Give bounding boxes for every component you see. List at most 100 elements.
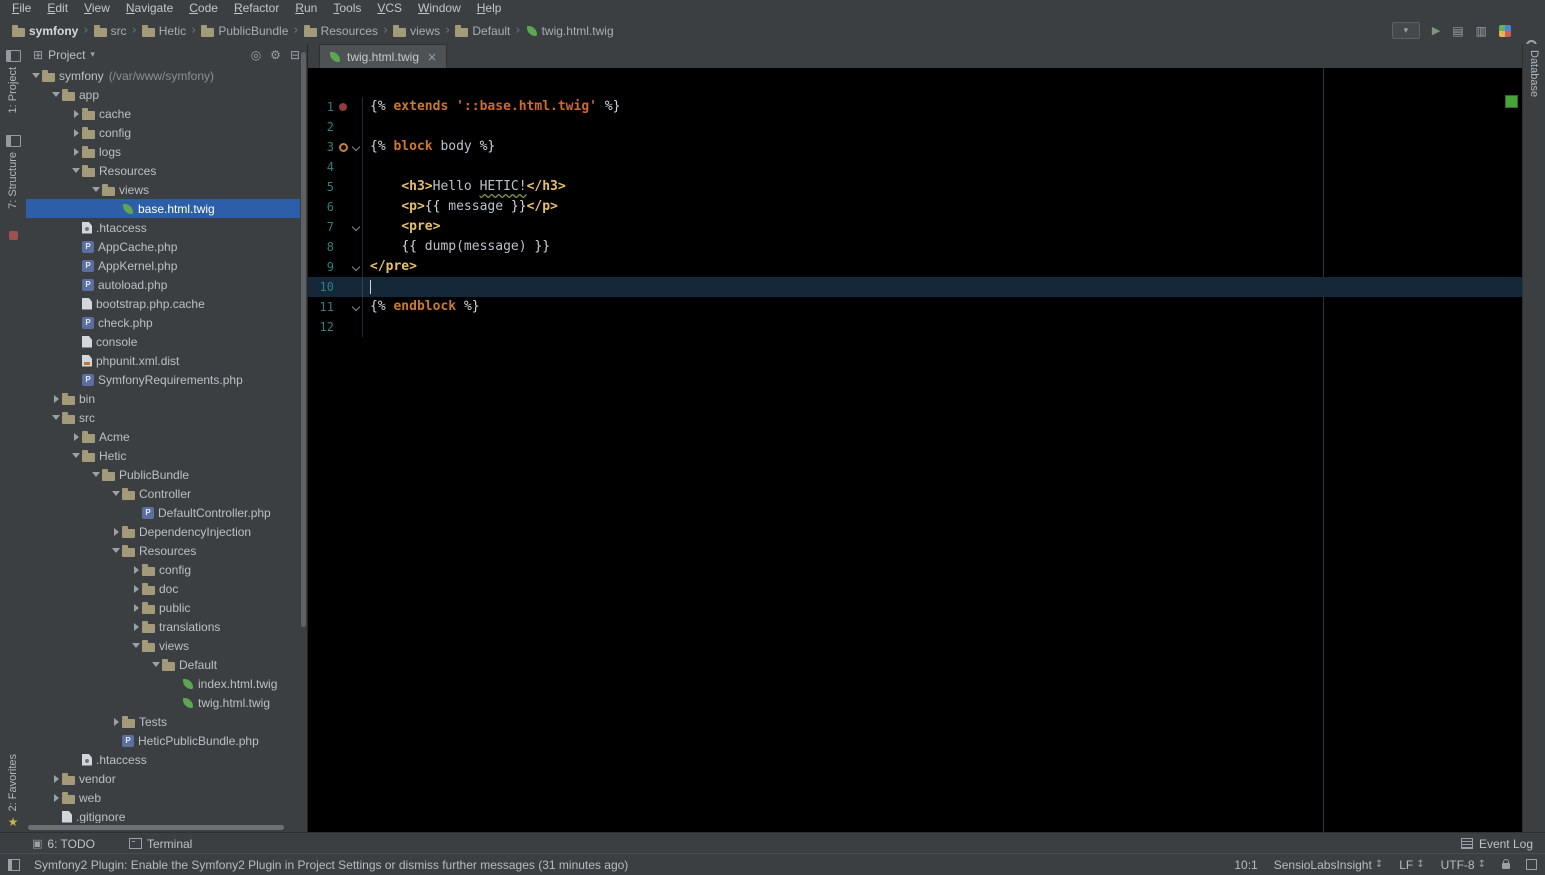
tree-item-console[interactable]: console [26, 332, 300, 351]
code-line-11[interactable]: 11 {% endblock %} [308, 297, 1523, 317]
tree-item-publicbundle[interactable]: PublicBundle [26, 465, 300, 484]
tool-button-event-log[interactable]: Event Log [1460, 837, 1533, 851]
tree-item-twig-html-twig[interactable]: twig.html.twig [26, 693, 300, 712]
fold-marker-icon[interactable] [350, 137, 362, 157]
background-tasks-icon[interactable] [1526, 859, 1537, 870]
tree-item-app[interactable]: app [26, 85, 300, 104]
expand-arrow[interactable] [130, 622, 142, 631]
tree-item-config[interactable]: config [26, 123, 300, 142]
code-line-12[interactable]: 12 [308, 317, 1523, 337]
tree-item-check-php[interactable]: check.php [26, 313, 300, 332]
chevron-down-icon[interactable]: ▾ [90, 50, 95, 60]
menu-item-refactor[interactable]: Refactor [226, 0, 287, 17]
tree-item-acme[interactable]: Acme [26, 427, 300, 446]
tree-item-public[interactable]: public [26, 598, 300, 617]
tree-item-hetic[interactable]: Hetic [26, 446, 300, 465]
tool-button-1-project[interactable]: 1: Project [5, 50, 21, 113]
debug-icon[interactable]: ▤ [1452, 25, 1463, 37]
tree-item-resources[interactable]: Resources [26, 161, 300, 180]
tree-item-phpunit-xml-dist[interactable]: phpunit.xml.dist [26, 351, 300, 370]
expand-arrow[interactable] [110, 717, 122, 726]
breadcrumb-item-src[interactable]: src [93, 24, 127, 38]
project-horizontal-scrollbar[interactable] [28, 825, 284, 830]
hide-panel-icon[interactable]: ⊟ [290, 48, 300, 62]
tree-item-gitignore[interactable]: .gitignore [26, 807, 300, 823]
breadcrumb-item-twig-html-twig[interactable]: twig.html.twig [526, 24, 614, 38]
tree-item-symfonyrequirements-php[interactable]: SymfonyRequirements.php [26, 370, 300, 389]
expand-arrow[interactable] [50, 793, 62, 802]
tree-item-bin[interactable]: bin [26, 389, 300, 408]
tree-item-htaccess[interactable]: .htaccess [26, 750, 300, 769]
tree-item-controller[interactable]: Controller [26, 484, 300, 503]
expand-arrow[interactable] [110, 527, 122, 536]
tree-item-autoload-php[interactable]: autoload.php [26, 275, 300, 294]
gutter-marker-icon[interactable] [336, 137, 350, 157]
menu-item-view[interactable]: View [76, 0, 118, 17]
tree-item-default[interactable]: Default [26, 655, 300, 674]
tree-item-src[interactable]: src [26, 408, 300, 427]
tree-item-web[interactable]: web [26, 788, 300, 807]
project-vertical-scrollbar[interactable] [301, 52, 306, 627]
toggle-tool-buttons-icon[interactable] [8, 858, 20, 871]
tree-item-logs[interactable]: logs [26, 142, 300, 161]
menu-item-vcs[interactable]: VCS [369, 0, 410, 17]
fold-marker-icon[interactable] [350, 257, 362, 277]
fold-marker-icon[interactable] [350, 297, 362, 317]
breadcrumb-item-publicbundle[interactable]: PublicBundle [201, 24, 288, 38]
tree-item-config[interactable]: config [26, 560, 300, 579]
tool-button-favorites[interactable]: 2: Favorites ★ [7, 754, 19, 828]
fold-marker-icon[interactable] [350, 217, 362, 237]
tree-item-doc[interactable]: doc [26, 579, 300, 598]
expand-arrow[interactable] [50, 774, 62, 783]
tree-item-cache[interactable]: cache [26, 104, 300, 123]
editor-body[interactable]: 1 {% extends '::base.html.twig' %} 2 3 {% bl… [308, 68, 1523, 833]
menu-item-run[interactable]: Run [287, 0, 325, 17]
expand-arrow[interactable] [70, 109, 82, 118]
tab-twig-html-twig[interactable]: twig.html.twig × [319, 44, 448, 68]
code-line-3[interactable]: 3 {% block body %} [308, 137, 1523, 157]
run-config-dropdown[interactable]: ▾ [1391, 22, 1420, 39]
menu-item-file[interactable]: File [4, 0, 39, 17]
tool-button-terminal[interactable]: Terminal [128, 837, 192, 851]
plugin-icon[interactable] [1499, 24, 1511, 37]
menu-item-navigate[interactable]: Navigate [118, 0, 181, 17]
tree-item-views[interactable]: views [26, 636, 300, 655]
breadcrumb-item-resources[interactable]: Resources [303, 24, 378, 38]
gutter-marker-icon[interactable] [336, 97, 350, 117]
tree-item-dependencyinjection[interactable]: DependencyInjection [26, 522, 300, 541]
expand-arrow[interactable] [130, 603, 142, 612]
menu-item-edit[interactable]: Edit [39, 0, 76, 17]
tree-item-defaultcontroller-php[interactable]: DefaultController.php [26, 503, 300, 522]
menu-item-help[interactable]: Help [469, 0, 510, 17]
expand-arrow[interactable] [90, 187, 102, 192]
lock-icon[interactable] [1502, 859, 1510, 869]
tree-item-bootstrap-php-cache[interactable]: bootstrap.php.cache [26, 294, 300, 313]
coverage-icon[interactable]: ▥ [1476, 25, 1487, 37]
close-icon[interactable]: × [427, 50, 437, 64]
breadcrumb-item-views[interactable]: views [393, 24, 440, 38]
menu-item-tools[interactable]: Tools [325, 0, 369, 17]
code-line-6[interactable]: 6 <p>{{ message }}</p> [308, 197, 1523, 217]
tree-item-views[interactable]: views [26, 180, 300, 199]
expand-arrow[interactable] [110, 491, 122, 496]
expand-arrow[interactable] [30, 73, 42, 78]
tree-item-vendor[interactable]: vendor [26, 769, 300, 788]
expand-arrow[interactable] [50, 394, 62, 403]
breadcrumb-item-default[interactable]: Default [455, 24, 510, 38]
expand-arrow[interactable] [110, 548, 122, 553]
code-line-4[interactable]: 4 [308, 157, 1523, 177]
code-line-7[interactable]: 7 <pre> [308, 217, 1523, 237]
line-separator-selector[interactable]: LF ↕ [1399, 858, 1424, 872]
code-area[interactable]: 1 {% extends '::base.html.twig' %} 2 3 {% bl… [308, 68, 1523, 337]
inspection-indicator[interactable] [1505, 95, 1518, 108]
tree-item-appkernel-php[interactable]: AppKernel.php [26, 256, 300, 275]
expand-arrow[interactable] [50, 415, 62, 420]
code-line-2[interactable]: 2 [308, 117, 1523, 137]
tree-item-htaccess[interactable]: .htaccess [26, 218, 300, 237]
code-line-1[interactable]: 1 {% extends '::base.html.twig' %} [308, 97, 1523, 117]
tree-item-appcache-php[interactable]: AppCache.php [26, 237, 300, 256]
breadcrumb-item-symfony[interactable]: symfony [12, 24, 78, 38]
tree-item-translations[interactable]: translations [26, 617, 300, 636]
tool-button-6-todo[interactable]: ▣ 6: TODO [32, 837, 95, 851]
breadcrumb-item-hetic[interactable]: Hetic [141, 24, 186, 38]
